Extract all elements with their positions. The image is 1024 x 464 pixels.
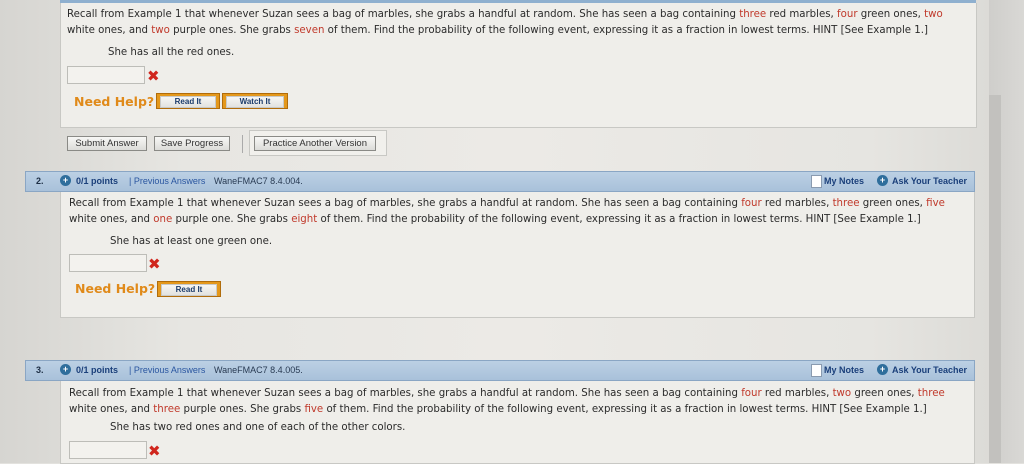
highlighted-value: eight <box>291 214 318 225</box>
question-2-number: 2. <box>36 176 44 186</box>
button-separator <box>242 135 243 153</box>
scrollbar-thumb[interactable] <box>989 95 1001 463</box>
watch-it-label: Watch It <box>226 96 284 108</box>
question-text-segment: green ones, <box>851 388 918 399</box>
highlighted-value: five <box>926 198 945 209</box>
highlighted-value: three <box>153 404 181 415</box>
x-mark-icon: ✖ <box>148 442 161 460</box>
read-it-button[interactable]: Read It <box>156 93 220 109</box>
read-it-label: Read It <box>160 96 216 108</box>
highlighted-value: four <box>741 388 762 399</box>
save-progress-button[interactable]: Save Progress <box>154 136 230 151</box>
question-text-segment: of them. Find the probability of the fol… <box>317 214 921 225</box>
highlighted-value: one <box>153 214 173 225</box>
watch-it-button[interactable]: Watch It <box>222 93 288 109</box>
question-3-text-line-1: Recall from Example 1 that whenever Suza… <box>69 386 945 402</box>
question-text-segment: of them. Find the probability of the fol… <box>324 25 928 36</box>
need-help-label: Need Help? <box>74 94 155 109</box>
question-text-segment: Recall from Example 1 that whenever Suza… <box>69 198 742 209</box>
question-2-header: 2. + 0/1 points | Previous Answers WaneF… <box>25 171 975 192</box>
question-2-code: WaneFMAC7 8.4.004. <box>214 176 303 186</box>
highlighted-value: five <box>304 404 324 415</box>
question-1-text-line-1: Recall from Example 1 that whenever Suza… <box>67 7 943 23</box>
question-text-segment: purple ones. She grabs <box>180 404 305 415</box>
question-3-answer-input[interactable] <box>69 441 147 459</box>
note-icon[interactable] <box>811 364 822 377</box>
question-2-text-line-2: white ones, and one purple one. She grab… <box>69 212 921 228</box>
highlighted-value: three <box>917 388 945 399</box>
highlighted-value: two <box>832 388 852 399</box>
question-text-segment: purple one. She grabs <box>172 214 292 225</box>
read-it-label: Read It <box>161 284 217 296</box>
question-2-event: She has at least one green one. <box>110 236 273 247</box>
question-3-text-line-2: white ones, and three purple ones. She g… <box>69 402 927 418</box>
practice-another-version-button[interactable]: Practice Another Version <box>254 136 376 151</box>
highlighted-value: four <box>837 9 858 20</box>
question-2-previous-answers-link[interactable]: | Previous Answers <box>129 176 205 186</box>
question-2-answer-input[interactable] <box>69 254 147 272</box>
plus-circle-icon[interactable]: + <box>877 364 888 375</box>
note-icon[interactable] <box>811 175 822 188</box>
question-text-segment: white ones, and <box>69 214 154 225</box>
question-text-segment: white ones, and <box>69 404 154 415</box>
question-1-answer-input[interactable] <box>67 66 145 84</box>
need-help-label: Need Help? <box>75 281 156 296</box>
question-text-segment: Recall from Example 1 that whenever Suza… <box>67 9 740 20</box>
question-3-code: WaneFMAC7 8.4.005. <box>214 365 303 375</box>
question-2-text-line-1: Recall from Example 1 that whenever Suza… <box>69 196 945 212</box>
plus-circle-icon[interactable]: + <box>60 364 71 375</box>
highlighted-value: seven <box>294 25 325 36</box>
read-it-button[interactable]: Read It <box>157 281 221 297</box>
highlighted-value: three <box>832 198 860 209</box>
question-2-ask-your-teacher[interactable]: Ask Your Teacher <box>892 176 967 186</box>
highlighted-value: three <box>739 9 767 20</box>
question-text-segment: white ones, and <box>67 25 152 36</box>
question-3-my-notes[interactable]: My Notes <box>824 365 864 375</box>
question-text-segment: of them. Find the probability of the fol… <box>323 404 927 415</box>
question-text-segment: green ones, <box>859 198 927 209</box>
question-text-segment: red marbles, <box>766 9 838 20</box>
question-3-previous-answers-link[interactable]: | Previous Answers <box>129 365 205 375</box>
question-1-event: She has all the red ones. <box>108 47 235 58</box>
question-text-segment: purple ones. She grabs <box>169 25 295 36</box>
webassign-page: Recall from Example 1 that whenever Suza… <box>0 0 1024 464</box>
plus-circle-icon[interactable]: + <box>877 175 888 186</box>
x-mark-icon: ✖ <box>148 255 161 273</box>
x-mark-icon: ✖ <box>147 67 160 85</box>
question-3-ask-your-teacher[interactable]: Ask Your Teacher <box>892 365 967 375</box>
question-1-text-line-2: white ones, and two purple ones. She gra… <box>67 23 928 39</box>
question-3-points[interactable]: 0/1 points <box>76 365 118 375</box>
question-text-segment: red marbles, <box>761 388 833 399</box>
plus-circle-icon[interactable]: + <box>60 175 71 186</box>
question-3-number: 3. <box>36 365 44 375</box>
highlighted-value: two <box>151 25 170 36</box>
question-text-segment: green ones, <box>857 9 925 20</box>
question-text-segment: red marbles, <box>761 198 833 209</box>
submit-answer-button[interactable]: Submit Answer <box>67 136 147 151</box>
highlighted-value: four <box>741 198 762 209</box>
question-2-points[interactable]: 0/1 points <box>76 176 118 186</box>
question-text-segment: Recall from Example 1 that whenever Suza… <box>69 388 742 399</box>
highlighted-value: two <box>924 9 943 20</box>
question-2-my-notes[interactable]: My Notes <box>824 176 864 186</box>
question-3-header: 3. + 0/1 points | Previous Answers WaneF… <box>25 360 975 381</box>
question-3-event: She has two red ones and one of each of … <box>110 422 406 433</box>
